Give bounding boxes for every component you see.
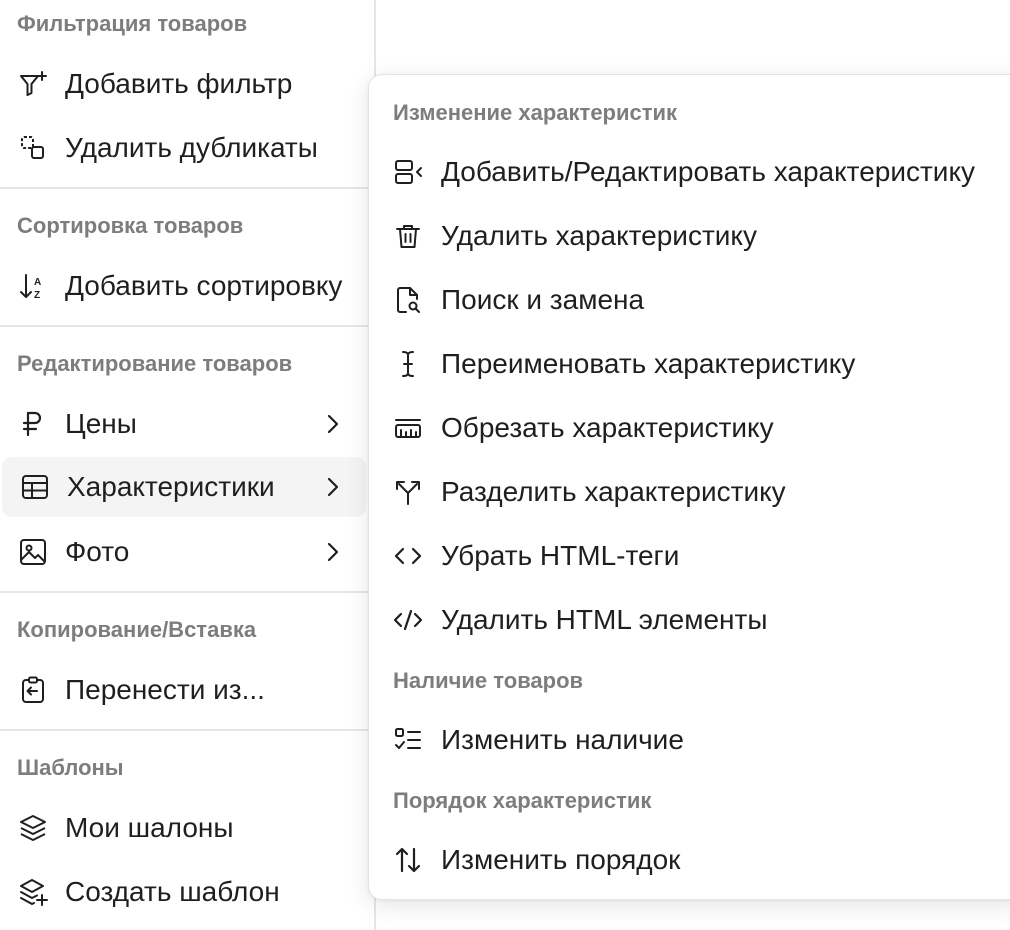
code-icon bbox=[393, 541, 423, 571]
section-title-filtering: Фильтрация товаров bbox=[17, 11, 248, 36]
menu-item-label: Перенести из... bbox=[65, 674, 265, 705]
menu-item-label: Добавить фильтр bbox=[65, 68, 293, 99]
submenu-item-label: Удалить HTML элементы bbox=[441, 604, 768, 635]
svg-text:A: A bbox=[34, 277, 41, 288]
menu-item-create-template[interactable]: Создать шаблон bbox=[0, 862, 366, 922]
section-title-templates: Шаблоны bbox=[17, 755, 124, 780]
menu-item-label: Мои шалоны bbox=[65, 812, 234, 843]
section-title-characteristics-order: Порядок характеристик bbox=[393, 788, 652, 813]
submenu-item-change-stock[interactable]: Изменить наличие bbox=[369, 710, 1009, 770]
section-title-change-characteristics: Изменение характеристик bbox=[393, 100, 678, 125]
section-title-editing: Редактирование товаров bbox=[17, 351, 293, 376]
menu-item-label: Характеристики bbox=[67, 471, 275, 502]
section-title-stock: Наличие товаров bbox=[393, 668, 584, 693]
menu-item-label: Удалить дубликаты bbox=[65, 132, 318, 163]
ruble-icon bbox=[18, 409, 48, 439]
trash-icon bbox=[393, 221, 423, 251]
submenu-item-label: Изменить порядок bbox=[441, 844, 681, 875]
menu-item-prices[interactable]: Цены bbox=[0, 394, 366, 454]
section-title-copy-paste: Копирование/Вставка bbox=[17, 617, 257, 642]
divider bbox=[0, 729, 374, 731]
submenu-item-label: Обрезать характеристику bbox=[441, 412, 774, 443]
submenu-item-find-replace[interactable]: Поиск и замена bbox=[369, 270, 1009, 330]
submenu-item-label: Добавить/Редактировать характеристику bbox=[441, 156, 976, 187]
chevron-right-icon bbox=[318, 409, 348, 439]
layers-plus-icon bbox=[18, 877, 48, 907]
submenu-item-label: Разделить характеристику bbox=[441, 476, 786, 507]
menu-item-photo[interactable]: Фото bbox=[0, 522, 366, 582]
svg-text:Z: Z bbox=[34, 290, 40, 301]
clipboard-transfer-icon bbox=[18, 675, 48, 705]
submenu-item-change-order[interactable]: Изменить порядок bbox=[369, 830, 1009, 890]
menu-item-add-filter[interactable]: Добавить фильтр bbox=[0, 54, 366, 114]
duplicates-icon bbox=[18, 133, 48, 163]
menu-item-my-templates[interactable]: Мои шалоны bbox=[0, 798, 366, 858]
ruler-icon bbox=[393, 413, 423, 443]
layers-icon bbox=[18, 813, 48, 843]
submenu-item-label: Удалить характеристику bbox=[441, 220, 757, 251]
menu-item-remove-duplicates[interactable]: Удалить дубликаты bbox=[0, 118, 366, 178]
sort-az-icon: A Z bbox=[18, 271, 48, 301]
code-slash-icon bbox=[393, 605, 423, 635]
divider bbox=[0, 591, 374, 593]
checklist-icon bbox=[393, 725, 423, 755]
edit-field-icon bbox=[393, 157, 423, 187]
table-icon bbox=[20, 472, 50, 502]
menu-item-label: Цены bbox=[65, 408, 137, 439]
submenu-item-strip-html-tags[interactable]: Убрать HTML-теги bbox=[369, 526, 1009, 586]
submenu-item-label: Убрать HTML-теги bbox=[441, 540, 680, 571]
divider bbox=[0, 325, 374, 327]
split-icon bbox=[393, 477, 423, 507]
filter-plus-icon bbox=[18, 69, 48, 99]
menu-item-transfer-from[interactable]: Перенести из... bbox=[0, 660, 366, 720]
menu-item-label: Создать шаблон bbox=[65, 876, 280, 907]
image-icon bbox=[18, 537, 48, 567]
divider bbox=[0, 187, 374, 189]
menu-item-label: Добавить сортировку bbox=[65, 270, 343, 301]
submenu-item-label: Изменить наличие bbox=[441, 724, 684, 755]
submenu-item-rename-characteristic[interactable]: Переименовать характеристику bbox=[369, 334, 1009, 394]
submenu-item-label: Поиск и замена bbox=[441, 284, 645, 315]
chevron-right-icon bbox=[318, 537, 348, 567]
menu-item-label: Фото bbox=[65, 536, 130, 567]
actions-menu: Фильтрация товаров Добавить фильтр Удали… bbox=[0, 0, 376, 930]
text-cursor-icon bbox=[393, 349, 423, 379]
submenu-item-delete-characteristic[interactable]: Удалить характеристику bbox=[369, 206, 1009, 266]
submenu-item-trim-characteristic[interactable]: Обрезать характеристику bbox=[369, 398, 1009, 458]
submenu-item-label: Переименовать характеристику bbox=[441, 348, 856, 379]
characteristics-submenu: Изменение характеристик Добавить/Редакти… bbox=[368, 74, 1010, 900]
menu-item-add-sorting[interactable]: A Z Добавить сортировку bbox=[0, 256, 366, 316]
section-title-sorting: Сортировка товаров bbox=[17, 213, 244, 238]
arrows-up-down-icon bbox=[393, 845, 423, 875]
submenu-item-add-edit-characteristic[interactable]: Добавить/Редактировать характеристику bbox=[369, 142, 1009, 202]
menu-item-characteristics[interactable]: Характеристики bbox=[2, 457, 366, 517]
file-search-icon bbox=[393, 285, 423, 315]
submenu-item-split-characteristic[interactable]: Разделить характеристику bbox=[369, 462, 1009, 522]
submenu-item-delete-html-elements[interactable]: Удалить HTML элементы bbox=[369, 590, 1009, 650]
chevron-right-icon bbox=[318, 472, 348, 502]
